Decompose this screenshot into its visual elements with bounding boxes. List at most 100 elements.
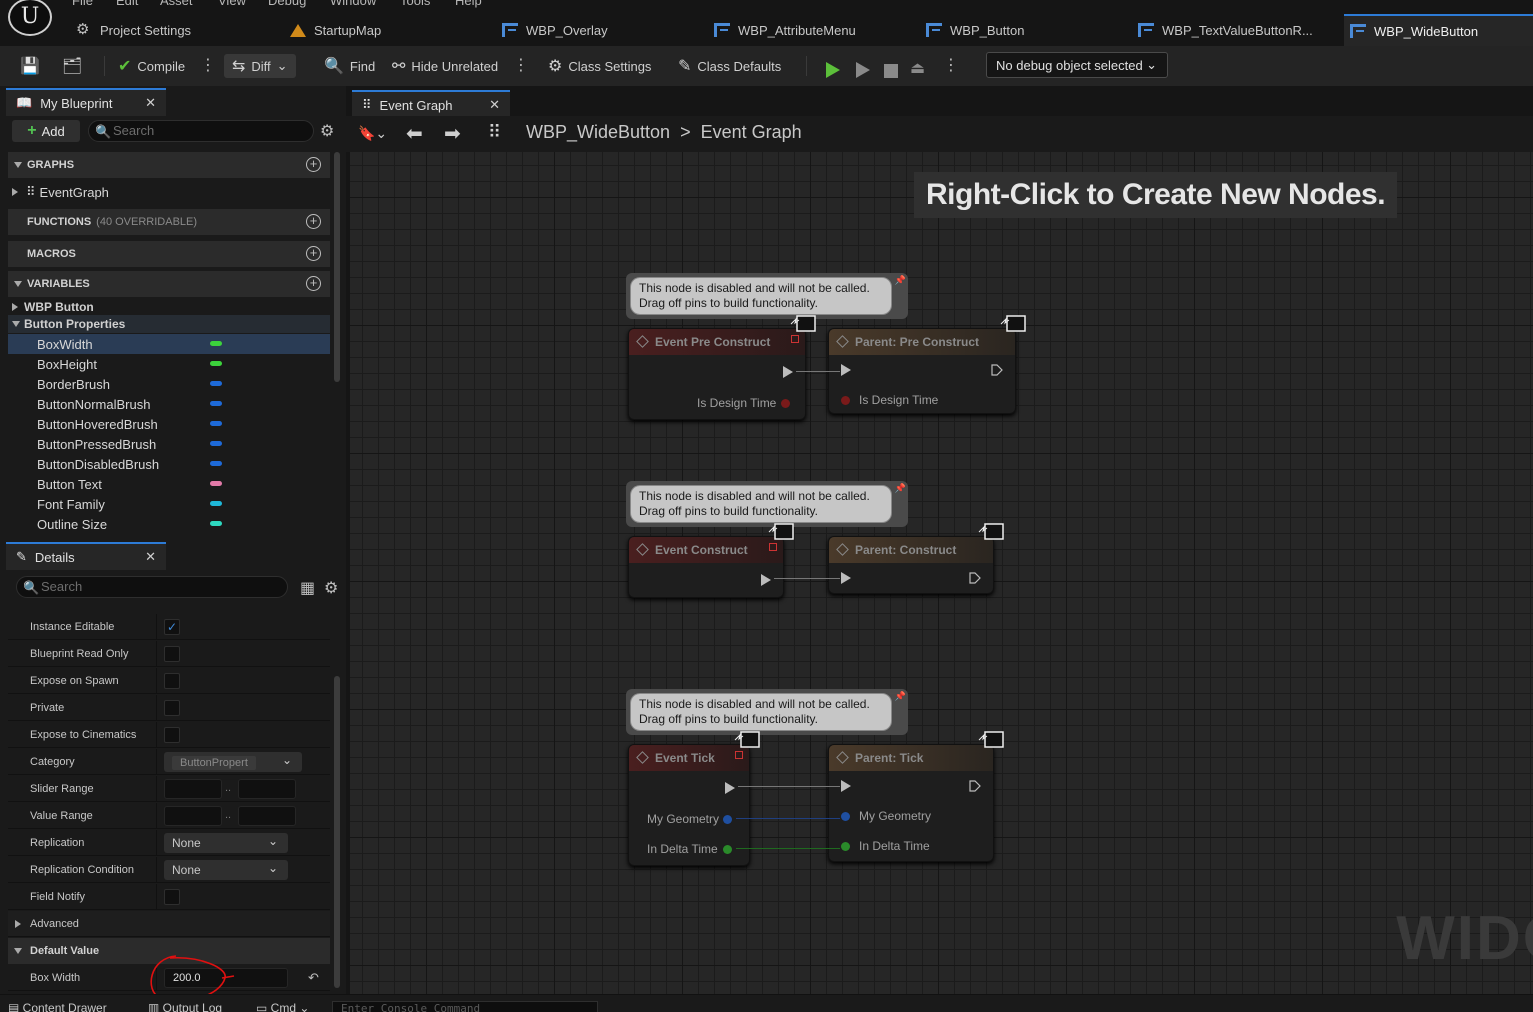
compile-button[interactable]: ✔ Compile bbox=[118, 54, 185, 78]
settings-gear-icon[interactable]: ⚙ bbox=[324, 578, 338, 598]
add-function-icon[interactable]: + bbox=[306, 214, 321, 229]
menu-debug[interactable]: Debug bbox=[268, 0, 306, 8]
struct-pin[interactable] bbox=[723, 815, 732, 824]
instance-editable-checkbox[interactable]: ✓ bbox=[164, 619, 180, 635]
functions-section[interactable]: FUNCTIONS (40 OVERRIDABLE) + bbox=[8, 209, 330, 235]
menu-asset[interactable]: Asset bbox=[160, 0, 193, 8]
menu-window[interactable]: Window bbox=[330, 0, 376, 8]
value-range-max-input[interactable] bbox=[238, 806, 296, 826]
forward-arrow-icon[interactable]: ➡ bbox=[444, 121, 461, 146]
add-button[interactable]: + Add bbox=[12, 120, 80, 142]
pin-icon[interactable]: 📌 bbox=[895, 483, 906, 494]
settings-gear-icon[interactable]: ⚙ bbox=[320, 121, 334, 141]
bool-pin[interactable] bbox=[781, 399, 790, 408]
variable-item[interactable]: ButtonDisabledBrush bbox=[8, 454, 330, 474]
back-arrow-icon[interactable]: ⬅ bbox=[406, 121, 423, 146]
menu-edit[interactable]: Edit bbox=[116, 0, 138, 8]
tab-event-graph[interactable]: ⠿ Event Graph ✕ bbox=[352, 90, 510, 118]
exec-out-pin[interactable] bbox=[725, 782, 735, 794]
browse-icon[interactable]: 🗂 bbox=[62, 54, 82, 78]
node-parent-pre-construct[interactable]: Parent: Pre Construct Is Design Time bbox=[828, 328, 1016, 414]
content-drawer-button[interactable]: ▤ Content Drawer bbox=[8, 1001, 107, 1012]
node-parent-tick[interactable]: Parent: Tick My Geometry In Delta Time bbox=[828, 744, 994, 862]
my-blueprint-scrollbar[interactable] bbox=[334, 152, 340, 382]
hide-unrelated-button[interactable]: ⚯ Hide Unrelated bbox=[392, 54, 498, 78]
exec-out-pin[interactable] bbox=[991, 364, 1003, 376]
reset-to-default-icon[interactable]: ↶ bbox=[308, 970, 319, 986]
replication-select[interactable]: None ⌄ bbox=[164, 833, 288, 853]
tab-project-settings[interactable]: ⚙ Project Settings bbox=[70, 14, 280, 46]
variable-item[interactable]: Font Family bbox=[8, 494, 330, 514]
variable-item[interactable]: ButtonNormalBrush bbox=[8, 394, 330, 414]
more-options-icon[interactable]: ⋮ bbox=[513, 55, 529, 75]
tab-wbp-textvaluebutton[interactable]: WBP_TextValueButtonR... bbox=[1132, 14, 1342, 46]
exec-out-pin[interactable] bbox=[783, 366, 793, 378]
exec-out-pin[interactable] bbox=[969, 572, 981, 584]
blueprint-read-only-checkbox[interactable] bbox=[164, 646, 180, 662]
class-settings-button[interactable]: ⚙ Class Settings bbox=[548, 54, 651, 78]
variable-item[interactable]: BoxWidth bbox=[8, 334, 330, 354]
slider-range-min-input[interactable] bbox=[164, 779, 222, 799]
macros-section[interactable]: MACROS + bbox=[8, 241, 330, 267]
console-input[interactable]: Enter Console Command bbox=[332, 1001, 598, 1012]
add-graph-icon[interactable]: + bbox=[306, 157, 321, 172]
variable-item[interactable]: ButtonPressedBrush bbox=[8, 434, 330, 454]
close-icon[interactable]: ✕ bbox=[489, 97, 500, 113]
variable-item[interactable]: ButtonHoveredBrush bbox=[8, 414, 330, 434]
variable-item[interactable]: Outline Size bbox=[8, 514, 330, 534]
event-delegate-pin[interactable] bbox=[769, 543, 777, 551]
category-button-properties[interactable]: Button Properties bbox=[8, 315, 330, 333]
breadcrumb-root[interactable]: WBP_WideButton bbox=[526, 122, 670, 143]
play-options-icon[interactable]: ⋮ bbox=[943, 55, 959, 75]
debug-object-select[interactable]: No debug object selected ⌄ bbox=[986, 52, 1168, 78]
value-range-min-input[interactable] bbox=[164, 806, 222, 826]
exec-out-pin[interactable] bbox=[761, 574, 771, 586]
expose-on-spawn-checkbox[interactable] bbox=[164, 673, 180, 689]
menu-file[interactable]: File bbox=[72, 0, 93, 8]
stop-icon[interactable] bbox=[884, 59, 898, 83]
exec-in-pin[interactable] bbox=[841, 780, 851, 792]
pin-icon[interactable]: 📌 bbox=[895, 275, 906, 286]
private-checkbox[interactable] bbox=[164, 700, 180, 716]
category-wbp-button[interactable]: WBP Button bbox=[8, 297, 330, 317]
class-defaults-button[interactable]: ✎ Class Defaults bbox=[678, 54, 781, 78]
menu-view[interactable]: View bbox=[218, 0, 246, 8]
bool-pin[interactable] bbox=[841, 396, 850, 405]
event-delegate-pin[interactable] bbox=[791, 335, 799, 343]
add-macro-icon[interactable]: + bbox=[306, 246, 321, 261]
field-notify-checkbox[interactable] bbox=[164, 889, 180, 905]
close-icon[interactable]: ✕ bbox=[145, 95, 156, 111]
graphs-section[interactable]: GRAPHS + bbox=[8, 152, 330, 178]
tab-wbp-overlay[interactable]: WBP_Overlay bbox=[496, 14, 706, 46]
sidebar-item-eventgraph[interactable]: ⠿ EventGraph bbox=[8, 182, 330, 202]
float-pin[interactable] bbox=[841, 842, 850, 851]
output-log-button[interactable]: ▥ Output Log bbox=[148, 1001, 222, 1012]
struct-pin[interactable] bbox=[841, 812, 850, 821]
node-event-tick[interactable]: Event Tick My Geometry In Delta Time bbox=[628, 744, 750, 866]
table-view-icon[interactable]: ▦ bbox=[300, 578, 315, 598]
variable-item[interactable]: BoxHeight bbox=[8, 354, 330, 374]
tab-wbp-button[interactable]: WBP_Button bbox=[920, 14, 1130, 46]
node-event-construct[interactable]: Event Construct bbox=[628, 536, 784, 598]
details-search-input[interactable]: 🔍 Search bbox=[16, 576, 288, 598]
expose-to-cinematics-checkbox[interactable] bbox=[164, 727, 180, 743]
cmd-button[interactable]: ▭ Cmd ⌄ bbox=[256, 1001, 309, 1012]
exec-in-pin[interactable] bbox=[841, 572, 851, 584]
node-parent-construct[interactable]: Parent: Construct bbox=[828, 536, 994, 594]
menu-tools[interactable]: Tools bbox=[400, 0, 430, 8]
variable-item[interactable]: Button Text bbox=[8, 474, 330, 494]
bookmark-icon[interactable]: 🔖⌄ bbox=[358, 125, 387, 142]
event-graph-canvas[interactable]: Right-Click to Create New Nodes. WIDG Th… bbox=[350, 152, 1533, 994]
tab-startupmap[interactable]: StartupMap bbox=[284, 14, 494, 46]
category-combo[interactable]: ButtonPropert ⌄ bbox=[164, 752, 302, 772]
tab-details[interactable]: ✎ Details ✕ bbox=[6, 542, 166, 570]
tab-wbp-widebutton[interactable]: WBP_WideButton bbox=[1344, 14, 1533, 46]
find-button[interactable]: 🔍 Find bbox=[324, 54, 375, 78]
variables-section[interactable]: VARIABLES + bbox=[8, 271, 330, 297]
replication-condition-select[interactable]: None ⌄ bbox=[164, 860, 288, 880]
details-scrollbar[interactable] bbox=[334, 676, 340, 988]
tab-my-blueprint[interactable]: 📖 My Blueprint ✕ bbox=[6, 88, 166, 116]
tab-wbp-attributemenu[interactable]: WBP_AttributeMenu bbox=[708, 14, 918, 46]
add-variable-icon[interactable]: + bbox=[306, 276, 321, 291]
node-event-pre-construct[interactable]: Event Pre Construct Is Design Time bbox=[628, 328, 806, 420]
